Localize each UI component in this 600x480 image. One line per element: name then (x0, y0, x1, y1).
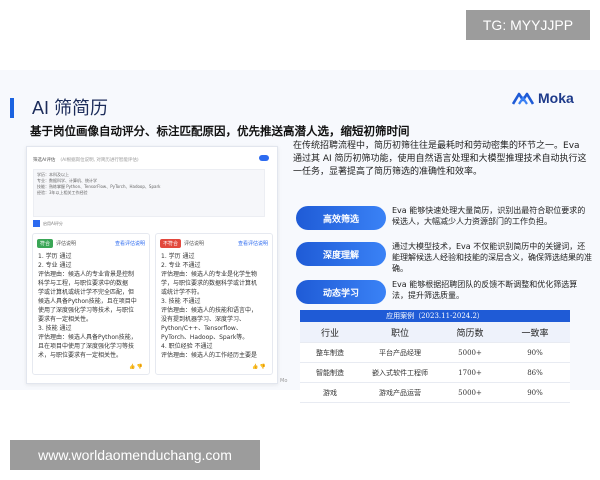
table-row: 智能制造 嵌入式软件工程师 1700+ 86% (300, 363, 570, 383)
view-evaluation-link[interactable]: 查看评估说明 (115, 240, 145, 247)
evaluation-card-fail: 不符合 评估说明 查看评估说明 1. 学历 通过 2. 专业 不通过 评估理由：… (155, 233, 273, 375)
table-row: 整车制造 平台产品经理 5000+ 90% (300, 343, 570, 363)
eval-line: 评估理由：候选人的专业背景是控制 (38, 271, 135, 278)
feature-desc-efficient: Eva 能够快速处理大量简历，识别出最符合职位要求的候选人，大幅减少人力资源部门… (392, 206, 586, 226)
logo-text: Moka (538, 90, 574, 106)
product-screenshot: 筛选AI评估 (AI根据岗位说明, 对简历进行智能评估) 学历：本科及以上 专业… (26, 146, 278, 384)
table-cell: 5000+ (458, 348, 482, 357)
eval-line: 学，与职位要求的数据科学或计算机 (161, 280, 258, 287)
screenshot-header-label: 筛选AI评估 (33, 158, 56, 163)
slide-title: AI 筛简历 (32, 98, 109, 118)
moka-logo: Moka (512, 90, 574, 106)
feedback-icons[interactable]: 👍 👎 (129, 364, 143, 370)
eval-line: Python/C++、Tensorflow、 (161, 325, 242, 332)
eval-line: 学或计算机或统计学不完全匹配，但 (38, 289, 135, 296)
card-header-label: 评估说明 (56, 240, 77, 247)
eval-line: 评估理由：候选人的技能和语言中， (161, 307, 258, 314)
table-row: 游戏 游戏产品运营 5000+ 90% (300, 383, 570, 403)
screenshot-header-hint: (AI根据岗位说明, 对简历进行智能评估) (60, 158, 139, 163)
watermark-top: TG: MYYJJPP (466, 10, 590, 40)
column-header: 一致率 (521, 328, 549, 339)
checkbox-icon[interactable] (33, 220, 40, 227)
table-cell: 5000+ (458, 388, 482, 397)
eval-line: 候选人具备Python技能，且在项目中 (38, 298, 137, 305)
feature-desc-learning: Eva 能够根据招聘团队的反馈不断调整和优化筛选算法，提升筛选质量。 (392, 280, 578, 300)
table-cell: 嵌入式软件工程师 (372, 368, 428, 377)
column-header: 行业 (320, 328, 339, 339)
eval-line: 术，与职位要求有一定相关性。 (38, 352, 123, 359)
eval-line: 1. 学历 通过 (38, 253, 72, 260)
intro-paragraph: 在传统招聘流程中，简历初筛往往是最耗时和劳动密集的环节之一。Eva 通过其 AI… (293, 141, 587, 177)
table-cell: 智能制造 (316, 368, 344, 377)
eval-line: 评估理由：候选人具备Python技能， (38, 334, 137, 341)
eval-line: 评估理由：候选人的工作经历主要是 (161, 352, 258, 359)
pass-badge: 符合 (37, 238, 54, 248)
table-cell: 游戏产品运营 (379, 388, 421, 397)
slide-subtitle: 基于岗位画像自动评分、标注匹配原因，优先推送高潜人选，缩短初筛时间 (30, 124, 410, 138)
title-accent-bar (10, 98, 14, 118)
view-evaluation-link[interactable]: 查看评估说明 (238, 240, 268, 247)
eval-line: 4. 职位经验 不通过 (161, 343, 213, 350)
eval-line: 要求有一定相关性。 (38, 316, 93, 323)
eval-line: 2. 专业 不通过 (161, 262, 201, 269)
eval-line: 3. 技能 通过 (38, 325, 72, 332)
table-cell: 90% (527, 388, 543, 397)
ai-toggle[interactable] (259, 155, 269, 161)
column-header: 简历数 (456, 328, 484, 339)
page: TG: MYYJJPP AI 筛简历 Moka 基于岗位画像自动评分、标注匹配原… (0, 0, 600, 480)
eval-line: 科学与工程，与职位要求中的数据 (38, 280, 129, 287)
table-cell: 整车制造 (316, 348, 344, 357)
eval-line: 评估理由：候选人的专业是化学生物 (161, 271, 258, 278)
eval-line: 没有提到机器学习、深度学习、 (161, 316, 246, 323)
eval-line: 或统计学不符。 (161, 289, 204, 296)
screenshot-caption: Mo (280, 378, 288, 384)
eval-line: 3. 技能 不通过 (161, 298, 201, 305)
feature-pill-understanding: 深度理解 (296, 242, 386, 266)
feature-desc-understanding: 通过大模型技术，Eva 不仅能识别简历中的关键词，还能理解候选人经验和技能的深层… (392, 242, 592, 273)
card-header: 不符合 评估说明 查看评估说明 (160, 238, 268, 248)
table-header-row: 行业 职位 简历数 一致率 (300, 322, 570, 343)
table-cell: 86% (527, 368, 543, 377)
table-cell: 1700+ (458, 368, 482, 377)
eval-line: 1. 学历 通过 (161, 253, 195, 260)
column-header: 职位 (390, 328, 409, 339)
case-table: 应用案例（2023.11-2024.2） 行业 职位 简历数 一致率 整车制造 … (300, 310, 570, 403)
table-cell: 90% (527, 348, 543, 357)
feature-pill-efficient: 高效筛选 (296, 206, 386, 230)
eval-line: PyTorch、Hadoop、Spark等。 (161, 334, 249, 341)
card-header-label: 评估说明 (184, 240, 205, 247)
ai-score-checkbox-row[interactable]: 启用AI评分 (33, 220, 63, 227)
evaluation-card-pass: 符合 评估说明 查看评估说明 1. 学历 通过 2. 专业 通过 评估理由：候选… (32, 233, 150, 375)
eval-line: 且在项目中使用了深度强化学习等技 (38, 343, 135, 350)
watermark-bottom: www.worldaomenduchang.com (10, 440, 260, 470)
case-table-title: 应用案例（2023.11-2024.2） (300, 310, 570, 322)
checkbox-label: 启用AI评分 (43, 220, 63, 226)
eval-line: 2. 专业 通过 (38, 262, 72, 269)
moka-logo-icon (512, 92, 534, 105)
card-header: 符合 评估说明 查看评估说明 (37, 238, 145, 248)
screenshot-header: 筛选AI评估 (AI根据岗位说明, 对简历进行智能评估) (33, 153, 271, 167)
requirements-box: 学历：本科及以上 专业：数据科学、计算机、统计学 技能：熟练掌握 Python、… (33, 169, 265, 217)
feedback-icons[interactable]: 👍 👎 (252, 364, 266, 370)
feature-pill-learning: 动态学习 (296, 280, 386, 304)
card-body: 1. 学历 通过 2. 专业 不通过 评估理由：候选人的专业是化学生物 学，与职… (161, 252, 267, 360)
table-cell: 游戏 (323, 388, 337, 397)
fail-badge: 不符合 (160, 238, 182, 248)
table-cell: 平台产品经理 (379, 348, 421, 357)
requirement-line: 经验：3年以上相关工作经验 (37, 190, 88, 195)
card-body: 1. 学历 通过 2. 专业 通过 评估理由：候选人的专业背景是控制 科学与工程… (38, 252, 144, 360)
eval-line: 使用了深度强化学习等技术，与职位 (38, 307, 135, 314)
